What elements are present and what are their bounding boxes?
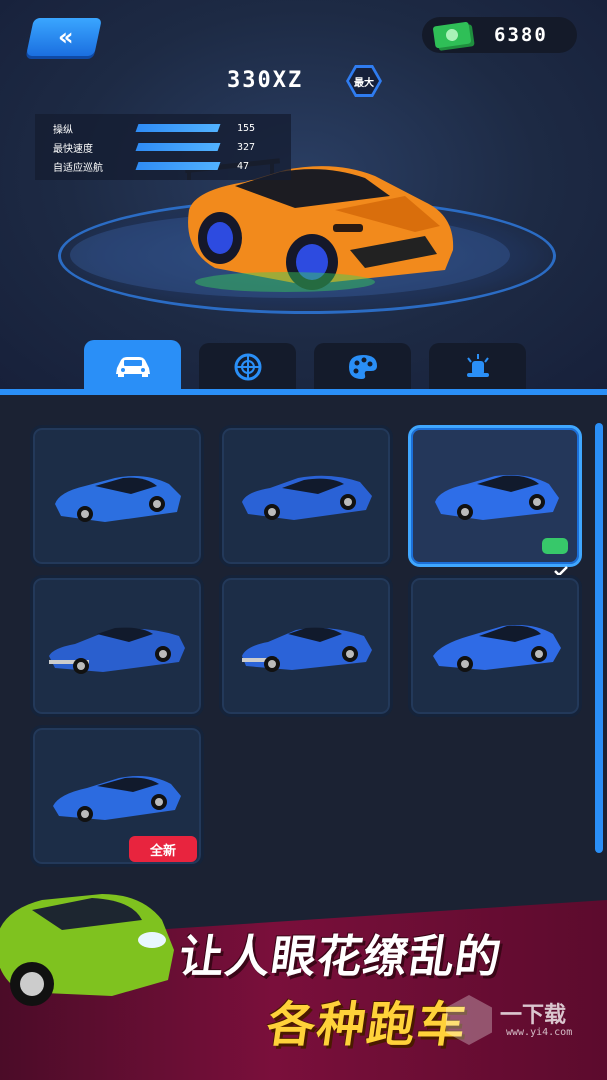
tab-lights[interactable] bbox=[429, 343, 526, 391]
wheel-icon bbox=[234, 353, 261, 381]
category-tabs bbox=[0, 340, 607, 394]
new-badge: 全新 bbox=[129, 836, 197, 862]
stat-value: 155 bbox=[237, 122, 256, 134]
palette-icon bbox=[348, 355, 377, 379]
car-card-4[interactable] bbox=[30, 575, 204, 717]
car-card-2[interactable] bbox=[219, 425, 393, 567]
watermark-logo-icon bbox=[446, 995, 492, 1045]
car-thumbnail-3 bbox=[435, 475, 559, 520]
garage-header: « 6380 330XZ 最大 操纵 155 最快速度 327 自适应巡航 47 bbox=[0, 0, 607, 390]
stat-value: 47 bbox=[237, 160, 250, 172]
banner-subheadline: 各种跑车 bbox=[263, 997, 472, 1053]
stat-label: 操纵 bbox=[53, 124, 73, 136]
car-card-1[interactable] bbox=[30, 425, 204, 567]
car-name: 330XZ bbox=[227, 68, 304, 93]
money-counter: 6380 bbox=[422, 17, 577, 53]
tab-paint[interactable] bbox=[314, 343, 411, 391]
stat-value: 327 bbox=[237, 141, 256, 153]
car-thumbnail-6 bbox=[433, 625, 561, 672]
stat-top-speed: 最快速度 327 bbox=[53, 139, 255, 155]
watermark-text: 一下载 bbox=[500, 1003, 567, 1028]
tab-cars[interactable] bbox=[84, 340, 181, 391]
stat-label: 自适应巡航 bbox=[53, 162, 103, 174]
money-value: 6380 bbox=[494, 24, 548, 46]
stat-label: 最快速度 bbox=[53, 143, 93, 155]
green-car-illustration bbox=[0, 894, 174, 1006]
car-card-5[interactable] bbox=[219, 575, 393, 717]
cash-icon bbox=[432, 21, 472, 49]
stat-bar bbox=[135, 124, 221, 132]
spoiler-light-icon bbox=[466, 354, 489, 377]
stats-panel: 操纵 155 最快速度 327 自适应巡航 47 bbox=[35, 114, 291, 180]
car-card-6[interactable] bbox=[408, 575, 582, 717]
stat-handling: 操纵 155 bbox=[53, 120, 255, 136]
banner-headline: 让人眼花缭乱的 bbox=[175, 930, 506, 983]
site-watermark: 一下载 www.yi4.com bbox=[446, 995, 596, 1065]
back-button[interactable]: « bbox=[25, 18, 103, 56]
car-thumbnail-4 bbox=[49, 627, 185, 674]
car-thumbnail-7 bbox=[53, 776, 181, 822]
car-icon bbox=[115, 356, 150, 377]
max-level-label: 最大 bbox=[349, 68, 379, 94]
max-level-badge: 最大 bbox=[346, 65, 382, 97]
car-card-3[interactable] bbox=[408, 425, 582, 576]
stat-cruise: 自适应巡航 47 bbox=[53, 158, 249, 174]
stat-bar bbox=[135, 143, 221, 151]
selected-check-icon bbox=[542, 538, 568, 576]
back-arrow-icon: « bbox=[58, 23, 70, 51]
car-thumbnail-1 bbox=[55, 476, 181, 522]
tab-wheels[interactable] bbox=[199, 343, 296, 391]
watermark-url: www.yi4.com bbox=[506, 1027, 573, 1038]
car-thumbnail-5 bbox=[242, 627, 372, 672]
scrollbar[interactable] bbox=[595, 423, 603, 853]
car-card-7[interactable]: 全新 bbox=[30, 725, 204, 867]
stat-bar bbox=[135, 162, 221, 170]
car-thumbnail-2 bbox=[242, 475, 372, 520]
